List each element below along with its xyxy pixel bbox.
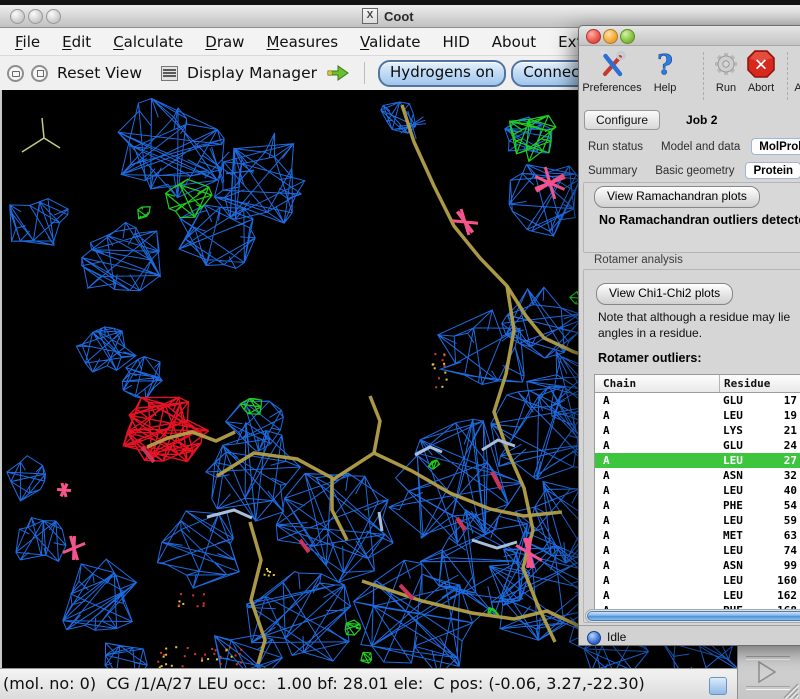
table-row[interactable]: APHE54 <box>595 498 800 513</box>
menu-validate[interactable]: Validate <box>349 30 431 54</box>
table-row[interactable]: ALEU162 <box>595 588 800 603</box>
table-row[interactable]: AASN32 <box>595 468 800 483</box>
tab-job-2[interactable]: Job 2 <box>686 113 717 127</box>
reset-view-button[interactable]: Reset View <box>57 64 142 82</box>
zoom-dialog-icon[interactable] <box>620 29 635 44</box>
menu-edit[interactable]: Edit <box>51 30 102 54</box>
table-row[interactable]: ALEU160 <box>595 573 800 588</box>
display-icon[interactable] <box>7 65 24 82</box>
tab-model-and-data[interactable]: Model and data <box>652 139 749 155</box>
scrollbar-thumb[interactable] <box>587 611 800 621</box>
horizontal-scrollbar[interactable] <box>585 609 800 623</box>
close-dialog-icon[interactable] <box>586 29 601 44</box>
menu-hid[interactable]: HID <box>432 30 481 54</box>
display-manager-list-icon[interactable] <box>161 66 178 81</box>
dialog-titlebar <box>579 26 800 46</box>
table-row[interactable]: ALYS21 <box>595 423 800 438</box>
dialog-toolbar-preferences-button[interactable]: Preferences <box>581 48 643 94</box>
table-row[interactable]: ALEU27 <box>595 453 800 468</box>
stop-icon: ✕ <box>741 48 781 80</box>
tab-molprobit[interactable]: MolProbit <box>751 138 800 155</box>
blue-dot-icon <box>587 631 601 645</box>
main-status-bar: (mol. no: 0) CG /1/A/27 LEU occ: 1.00 bf… <box>0 668 800 699</box>
table-row[interactable]: ALEU40 <box>595 483 800 498</box>
rotamer-frame-label: Rotamer analysis <box>594 254 683 266</box>
divider <box>746 656 790 660</box>
frame-icon[interactable] <box>31 65 48 82</box>
view-chi1-chi2-plots-button[interactable]: View Chi1-Chi2 plots <box>596 283 733 305</box>
dialog-status-bar: Idle <box>579 625 800 646</box>
minimize-window-icon[interactable] <box>28 9 43 24</box>
dialog-toolbar-abort-button[interactable]: ✕Abort <box>741 48 781 94</box>
table-header[interactable]: Chain Residue <box>595 375 800 393</box>
toolbar-separator <box>703 52 704 100</box>
svg-text:✕: ✕ <box>754 56 768 76</box>
tab-summary[interactable]: Summary <box>579 163 646 179</box>
menu-file[interactable]: File <box>4 30 51 54</box>
tab-protein[interactable]: Protein <box>745 162 800 179</box>
table-row[interactable]: AGLU24 <box>595 438 800 453</box>
table-row[interactable]: AMET63 <box>595 528 800 543</box>
tab-row-sections: Run statusModel and dataMolProbit <box>579 136 800 157</box>
divider <box>746 686 790 690</box>
dialog-toolbar-run-button: Run <box>707 48 745 94</box>
rotamer-panel: View Chi1-Chi2 plots Note that although … <box>583 269 800 623</box>
menu-about[interactable]: About <box>481 30 547 54</box>
tab-row-jobs: Configure Job 2 <box>579 108 800 132</box>
table-row[interactable]: ALEU59 <box>595 513 800 528</box>
close-window-icon[interactable] <box>10 9 25 24</box>
column-header-chain[interactable]: Chain <box>595 375 719 392</box>
ramachandran-panel: View Ramachandran plots No Ramachandran … <box>583 182 800 253</box>
view-ramachandran-plots-button[interactable]: View Ramachandran plots <box>594 186 760 208</box>
table-row[interactable]: AGLU17 <box>595 393 800 408</box>
svg-text:?: ? <box>657 50 673 79</box>
x11-window-icon: X <box>362 8 378 24</box>
help-icon: ? <box>641 48 689 80</box>
menu-calculate[interactable]: Calculate <box>102 30 194 54</box>
rotamer-note-line2: angles in a residue. <box>598 326 702 340</box>
coot-application: X Coot FileEditCalculateDrawMeasuresVali… <box>0 0 800 699</box>
toolbar-separator <box>364 62 365 84</box>
status-indicator-icon <box>709 677 727 695</box>
tools-icon <box>581 48 643 80</box>
dialog-toolbar: Preferences?Help Run✕AbortA <box>579 46 800 104</box>
table-row[interactable]: AASN99 <box>595 558 800 573</box>
rotamer-note-line1: Note that although a residue may lie <box>598 310 790 324</box>
table-row[interactable]: ALEU19 <box>595 408 800 423</box>
tab-row-categories: SummaryBasic geometryProteinCl <box>579 160 800 181</box>
tab-run-status[interactable]: Run status <box>579 139 652 155</box>
minimize-dialog-icon[interactable] <box>603 29 618 44</box>
atom-status-text: (mol. no: 0) CG /1/A/27 LEU occ: 1.00 bf… <box>3 674 645 693</box>
rotamer-outliers-label: Rotamer outliers: <box>598 351 702 365</box>
display-manager-button[interactable]: Display Manager <box>187 64 317 82</box>
window-corner-panel <box>737 643 800 699</box>
no-icon <box>783 48 800 80</box>
rotamer-outliers-table: Chain Residue AGLU17ALEU19ALYS21AGLU24AL… <box>594 374 800 611</box>
menu-draw[interactable]: Draw <box>194 30 255 54</box>
gear-icon <box>707 48 745 80</box>
tab-basic-geometry[interactable]: Basic geometry <box>646 163 743 179</box>
column-header-residue[interactable]: Residue <box>719 375 800 392</box>
dialog-toolbar-help-button[interactable]: ?Help <box>641 48 689 94</box>
molprobity-dialog: Preferences?Help Run✕AbortA Configure Job … <box>578 25 800 646</box>
hydrogens-toggle-button[interactable]: Hydrogens on <box>378 60 506 87</box>
ramachandran-message: No Ramachandran outliers detecte <box>599 213 800 227</box>
window-title: Coot <box>384 9 414 24</box>
table-row[interactable]: ALEU74 <box>595 543 800 558</box>
dialog-toolbar-a-button[interactable]: A <box>783 48 800 94</box>
zoom-window-icon[interactable] <box>46 9 61 24</box>
dialog-status-text: Idle <box>607 630 626 644</box>
expander-triangle-icon[interactable] <box>759 662 775 682</box>
menu-measures[interactable]: Measures <box>255 30 349 54</box>
green-arrow-icon[interactable] <box>326 64 350 82</box>
tab-configure[interactable]: Configure <box>584 110 660 130</box>
